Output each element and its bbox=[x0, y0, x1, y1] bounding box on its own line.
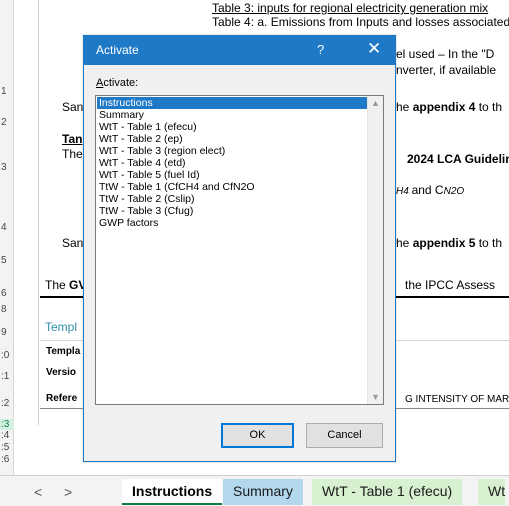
gwp-text: The GV bbox=[45, 278, 87, 292]
sheet-tab-bar: < > Instructions Summary WtT - Table 1 (… bbox=[0, 475, 509, 506]
row-number[interactable]: :1 bbox=[0, 371, 14, 382]
fuel-used-text: el used – In the "D bbox=[396, 47, 495, 61]
sheet-listbox[interactable]: Instructions Summary WtT - Table 1 (efec… bbox=[95, 95, 384, 405]
activate-label: Activate: bbox=[96, 77, 139, 89]
row-number[interactable]: 3 bbox=[0, 162, 14, 173]
row-number[interactable]: :5 bbox=[0, 442, 14, 453]
row-number[interactable]: :6 bbox=[0, 454, 14, 465]
activate-dialog: Activate ? ✕ Activate: Instructions Summ… bbox=[83, 35, 396, 462]
appendix4-text: he appendix 4 to th bbox=[396, 100, 503, 114]
template-heading: Templ bbox=[45, 320, 78, 334]
template-label: Templa bbox=[46, 346, 81, 357]
row-number[interactable]: 9 bbox=[0, 327, 14, 338]
column-gridline bbox=[38, 0, 39, 425]
ch4-n2o-text: H4 and CN2O bbox=[396, 183, 465, 197]
row-number[interactable]: :0 bbox=[0, 350, 14, 361]
the-text: The bbox=[62, 147, 83, 161]
list-item-wtt-table-2[interactable]: WtT - Table 2 (ep) bbox=[97, 133, 367, 145]
row-number[interactable]: 4 bbox=[0, 222, 14, 233]
tan-heading: Tan bbox=[62, 132, 83, 146]
converter-text: nverter, if available bbox=[396, 63, 497, 77]
list-item-ttw-table-2[interactable]: TtW - Table 2 (Cslip) bbox=[97, 193, 367, 205]
list-item-ttw-table-1[interactable]: TtW - Table 1 (CfCH4 and CfN2O bbox=[97, 181, 367, 193]
list-item-gwp-factors[interactable]: GWP factors bbox=[97, 217, 367, 229]
table3-line: Table 3: inputs for regional electricity… bbox=[212, 1, 489, 15]
ok-button[interactable]: OK bbox=[221, 423, 294, 448]
prev-sheet-arrow-icon[interactable]: < bbox=[34, 484, 42, 500]
next-sheet-arrow-icon[interactable]: > bbox=[64, 484, 72, 500]
tab-summary[interactable]: Summary bbox=[223, 479, 303, 505]
intensity-text: G INTENSITY OF MARIN bbox=[405, 394, 509, 405]
version-label: Versio bbox=[46, 367, 77, 378]
lca-guidelines-text: 2024 LCA Guidelin bbox=[407, 152, 509, 166]
cancel-button[interactable]: Cancel bbox=[306, 423, 383, 448]
list-item-wtt-table-1[interactable]: WtT - Table 1 (efecu) bbox=[97, 121, 367, 133]
tab-wtt-partial[interactable]: Wt bbox=[478, 479, 506, 505]
scroll-up-icon[interactable]: ▲ bbox=[371, 98, 380, 108]
dialog-title: Activate bbox=[96, 43, 139, 57]
row-number[interactable]: :2 bbox=[0, 398, 14, 409]
list-item-wtt-table-3[interactable]: WtT - Table 3 (region elect) bbox=[97, 145, 367, 157]
help-icon[interactable]: ? bbox=[317, 42, 324, 57]
row-number[interactable]: 1 bbox=[0, 86, 14, 97]
ipcc-text: the IPCC Assess bbox=[405, 278, 496, 292]
table4-line: Table 4: a. Emissions from Inputs and lo… bbox=[212, 15, 509, 29]
row-number[interactable]: 5 bbox=[0, 255, 14, 266]
row-number[interactable]: :4 bbox=[0, 430, 14, 441]
sample-text-1: San bbox=[62, 100, 84, 114]
row-number[interactable]: 8 bbox=[0, 304, 14, 315]
row-number[interactable]: 6 bbox=[0, 288, 14, 299]
row-number[interactable]: 2 bbox=[0, 117, 14, 128]
list-item-ttw-table-3[interactable]: TtW - Table 3 (Cfug) bbox=[97, 205, 367, 217]
list-item-wtt-table-5[interactable]: WtT - Table 5 (fuel Id) bbox=[97, 169, 367, 181]
dialog-titlebar[interactable]: Activate ? ✕ bbox=[84, 36, 395, 65]
list-item-wtt-table-4[interactable]: WtT - Table 4 (etd) bbox=[97, 157, 367, 169]
list-item-summary[interactable]: Summary bbox=[97, 109, 367, 121]
row-headers: 1 2 3 4 5 6 8 9 :0 :1 :2 :3 :4 :5 :6 bbox=[0, 0, 14, 475]
sample-text-2: San bbox=[62, 236, 84, 250]
tab-instructions[interactable]: Instructions bbox=[122, 479, 223, 505]
listbox-scrollbar[interactable]: ▲ ▼ bbox=[367, 96, 383, 404]
list-item-instructions[interactable]: Instructions bbox=[97, 97, 367, 109]
appendix5-text: he appendix 5 to th bbox=[396, 236, 503, 250]
close-icon[interactable]: ✕ bbox=[367, 39, 381, 59]
reference-label: Refere bbox=[46, 393, 78, 404]
row-number-selected[interactable]: :3 bbox=[0, 419, 14, 430]
scroll-down-icon[interactable]: ▼ bbox=[371, 392, 380, 402]
tab-wtt-table-1[interactable]: WtT - Table 1 (efecu) bbox=[312, 479, 463, 505]
